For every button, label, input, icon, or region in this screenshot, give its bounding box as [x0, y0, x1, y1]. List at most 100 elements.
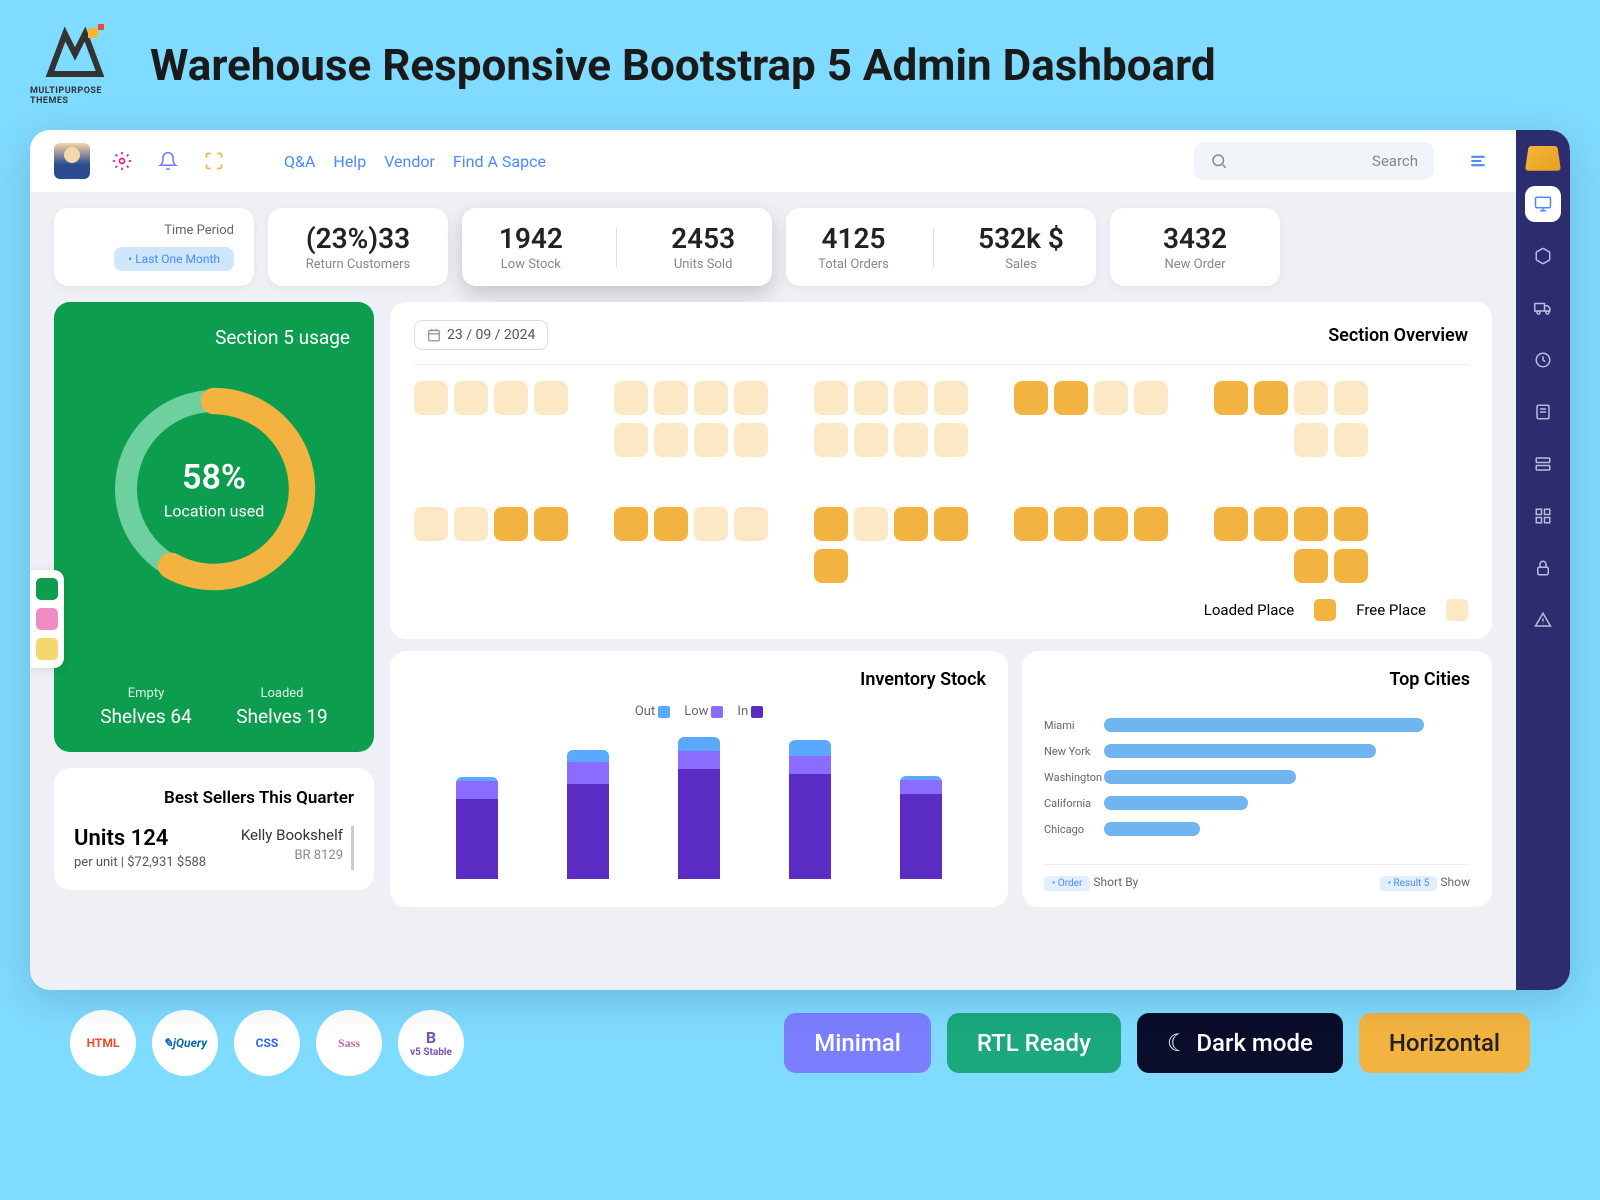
overview-cell[interactable]	[654, 549, 688, 583]
overview-cell[interactable]	[814, 549, 848, 583]
overview-cell[interactable]	[814, 507, 848, 541]
overview-cell[interactable]	[654, 381, 688, 415]
overview-cell[interactable]	[1174, 423, 1208, 457]
overview-cell[interactable]	[654, 507, 688, 541]
overview-cell[interactable]	[974, 423, 1008, 457]
rail-docs[interactable]	[1525, 394, 1561, 430]
overview-cell[interactable]	[694, 549, 728, 583]
pill-horizontal[interactable]: Horizontal	[1359, 1013, 1530, 1073]
overview-cell[interactable]	[1334, 507, 1368, 541]
overview-cell[interactable]	[454, 423, 488, 457]
overview-cell[interactable]	[1094, 381, 1128, 415]
overview-cell[interactable]	[894, 507, 928, 541]
overview-cell[interactable]	[534, 549, 568, 583]
overview-cell[interactable]	[894, 423, 928, 457]
gear-icon[interactable]	[108, 147, 136, 175]
overview-cell[interactable]	[1214, 549, 1248, 583]
overview-cell[interactable]	[1134, 507, 1168, 541]
overview-cell[interactable]	[1054, 381, 1088, 415]
side-action-buy[interactable]	[36, 578, 58, 600]
rail-products[interactable]	[1525, 238, 1561, 274]
overview-cell[interactable]	[534, 423, 568, 457]
overview-cell[interactable]	[1054, 465, 1088, 499]
overview-cell[interactable]	[894, 465, 928, 499]
overview-cell[interactable]	[1014, 507, 1048, 541]
shortby-badge[interactable]: • Order	[1044, 876, 1090, 891]
overview-cell[interactable]	[614, 465, 648, 499]
overview-cell[interactable]	[1134, 423, 1168, 457]
overview-cell[interactable]	[974, 381, 1008, 415]
overview-cell[interactable]	[1134, 549, 1168, 583]
overview-cell[interactable]	[894, 549, 928, 583]
overview-cell[interactable]	[494, 507, 528, 541]
overview-cell[interactable]	[1014, 549, 1048, 583]
overview-cell[interactable]	[1294, 423, 1328, 457]
time-period-badge[interactable]: • Last One Month	[114, 247, 234, 271]
overview-cell[interactable]	[1254, 507, 1288, 541]
overview-cell[interactable]	[1094, 465, 1128, 499]
overview-cell[interactable]	[494, 381, 528, 415]
overview-cell[interactable]	[974, 465, 1008, 499]
overview-cell[interactable]	[894, 381, 928, 415]
overview-cell[interactable]	[1214, 507, 1248, 541]
overview-cell[interactable]	[1294, 507, 1328, 541]
overview-cell[interactable]	[494, 423, 528, 457]
rail-delivery[interactable]	[1525, 290, 1561, 326]
overview-cell[interactable]	[934, 423, 968, 457]
overview-cell[interactable]	[1254, 465, 1288, 499]
overview-cell[interactable]	[1014, 381, 1048, 415]
overview-cell[interactable]	[974, 549, 1008, 583]
menu-toggle-icon[interactable]	[1464, 147, 1492, 175]
overview-cell[interactable]	[574, 381, 608, 415]
overview-cell[interactable]	[414, 507, 448, 541]
overview-cell[interactable]	[1054, 423, 1088, 457]
overview-cell[interactable]	[1254, 381, 1288, 415]
pill-dark[interactable]: ☾Dark mode	[1137, 1013, 1343, 1073]
overview-cell[interactable]	[574, 549, 608, 583]
overview-cell[interactable]	[694, 507, 728, 541]
overview-cell[interactable]	[1014, 465, 1048, 499]
overview-cell[interactable]	[854, 465, 888, 499]
overview-cell[interactable]	[934, 549, 968, 583]
overview-cell[interactable]	[454, 381, 488, 415]
nav-find-space[interactable]: Find A Sapce	[453, 152, 546, 171]
overview-cell[interactable]	[774, 465, 808, 499]
overview-cell[interactable]	[534, 507, 568, 541]
overview-cell[interactable]	[774, 507, 808, 541]
overview-cell[interactable]	[694, 465, 728, 499]
overview-cell[interactable]	[814, 465, 848, 499]
overview-cell[interactable]	[614, 507, 648, 541]
overview-cell[interactable]	[454, 549, 488, 583]
overview-cell[interactable]	[494, 465, 528, 499]
side-action-image[interactable]	[36, 608, 58, 630]
overview-cell[interactable]	[734, 465, 768, 499]
overview-cell[interactable]	[1134, 381, 1168, 415]
overview-cell[interactable]	[1294, 381, 1328, 415]
overview-cell[interactable]	[1134, 465, 1168, 499]
rail-apps[interactable]	[1525, 498, 1561, 534]
overview-cell[interactable]	[574, 507, 608, 541]
overview-cell[interactable]	[1094, 423, 1128, 457]
rail-lock[interactable]	[1525, 550, 1561, 586]
pill-rtl[interactable]: RTL Ready	[947, 1013, 1121, 1073]
pill-minimal[interactable]: Minimal	[784, 1013, 931, 1073]
overview-cell[interactable]	[1174, 381, 1208, 415]
overview-cell[interactable]	[1214, 423, 1248, 457]
overview-cell[interactable]	[734, 381, 768, 415]
overview-cell[interactable]	[734, 423, 768, 457]
overview-cell[interactable]	[974, 507, 1008, 541]
rail-server[interactable]	[1525, 446, 1561, 482]
overview-cell[interactable]	[1014, 423, 1048, 457]
overview-cell[interactable]	[774, 381, 808, 415]
overview-cell[interactable]	[734, 549, 768, 583]
overview-cell[interactable]	[534, 381, 568, 415]
overview-cell[interactable]	[854, 507, 888, 541]
overview-date-picker[interactable]: 23 / 09 / 2024	[414, 320, 548, 350]
bell-icon[interactable]	[154, 147, 182, 175]
overview-cell[interactable]	[1334, 549, 1368, 583]
overview-cell[interactable]	[814, 381, 848, 415]
nav-help[interactable]: Help	[333, 152, 366, 171]
overview-cell[interactable]	[454, 507, 488, 541]
side-action-note[interactable]	[36, 638, 58, 660]
overview-cell[interactable]	[614, 549, 648, 583]
